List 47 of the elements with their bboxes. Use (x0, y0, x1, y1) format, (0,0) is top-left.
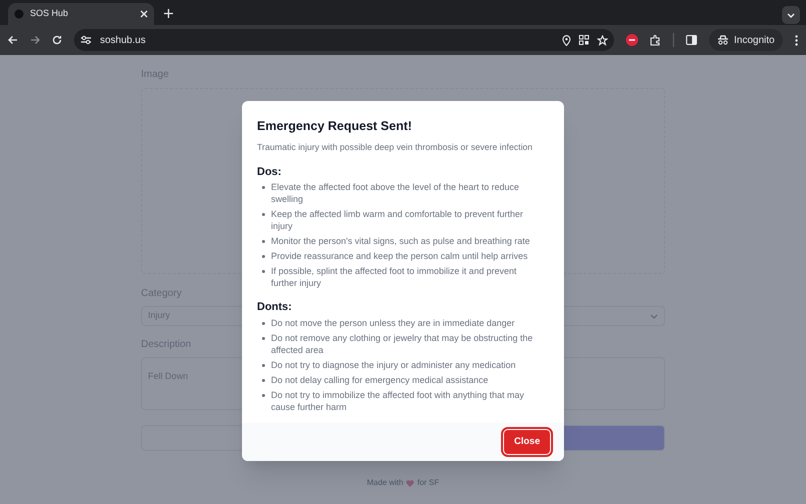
modal-title: Emergency Request Sent! (257, 118, 413, 135)
list-item-text: If possible, splint the affected foot to immobilize it and prevent further injury (271, 265, 518, 290)
footer-text: for SF (417, 477, 440, 489)
qr-code-icon[interactable] (579, 35, 589, 45)
address-bar[interactable]: soshub.us (74, 29, 614, 51)
modal-summary: Traumatic injury with possible deep vein thrombosis or severe infection (257, 140, 534, 154)
incognito-icon (717, 35, 729, 45)
section-heading: Donts: (257, 300, 292, 316)
back-arrow-icon[interactable] (8, 35, 18, 45)
list-item-text: Do not remove any clothing or jewelry that may be obstructing the affected area (271, 332, 534, 356)
tab-title: SOS Hub (30, 7, 70, 20)
list-item-text: Do not delay calling for emergency medical assistance (271, 374, 488, 386)
incognito-chip[interactable]: Incognito (709, 29, 783, 51)
tab-search-button[interactable] (782, 6, 800, 24)
bullet-icon (262, 255, 265, 258)
bullet-icon (262, 364, 265, 367)
list-item-text: Provide reassurance and keep the person calm until help arrives (271, 250, 528, 262)
bullet-icon (262, 213, 265, 216)
section-heading: Dos: (257, 164, 282, 180)
bullet-icon (262, 186, 265, 190)
bullet-icon (262, 270, 265, 274)
bullet-icon (262, 240, 265, 244)
close-icon[interactable] (140, 10, 148, 18)
browser-tab[interactable]: SOS Hub (8, 3, 154, 25)
star-icon[interactable] (597, 34, 608, 46)
location-pin-icon[interactable] (562, 34, 571, 46)
bullet-icon (262, 336, 265, 340)
list-item-text: Do not move the person unless they are in immediate danger (271, 316, 515, 329)
chevron-down-icon (787, 12, 795, 18)
close-button[interactable]: Close (504, 430, 550, 454)
more-menu-icon[interactable] (794, 34, 798, 46)
list-item-text: Keep the affected limb warm and comfortable to prevent further injury (271, 208, 524, 232)
url-text: soshub.us (100, 34, 147, 48)
bullet-icon (262, 394, 265, 397)
footer-text: Made with (366, 477, 404, 489)
list-item-text: Elevate the affected foot above the level of the heart to reduce swelling (271, 181, 520, 206)
bullet-icon (262, 378, 265, 382)
forward-arrow-icon[interactable] (30, 35, 40, 45)
new-tab-icon[interactable] (164, 9, 173, 18)
puzzle-piece-icon[interactable] (650, 34, 661, 46)
site-settings-icon[interactable] (80, 35, 92, 45)
reload-icon[interactable] (52, 35, 62, 45)
side-panel-icon[interactable] (686, 35, 697, 45)
list-item-text: Do not try to diagnose the injury or administer any medication (271, 358, 516, 371)
list-item-text: Monitor the person's vital signs, such as pulse and breathing rate (271, 235, 530, 248)
bullet-icon (262, 322, 265, 325)
list-item-text: Do not try to immobilize the affected foot with anything that may cause further harm (271, 388, 525, 413)
